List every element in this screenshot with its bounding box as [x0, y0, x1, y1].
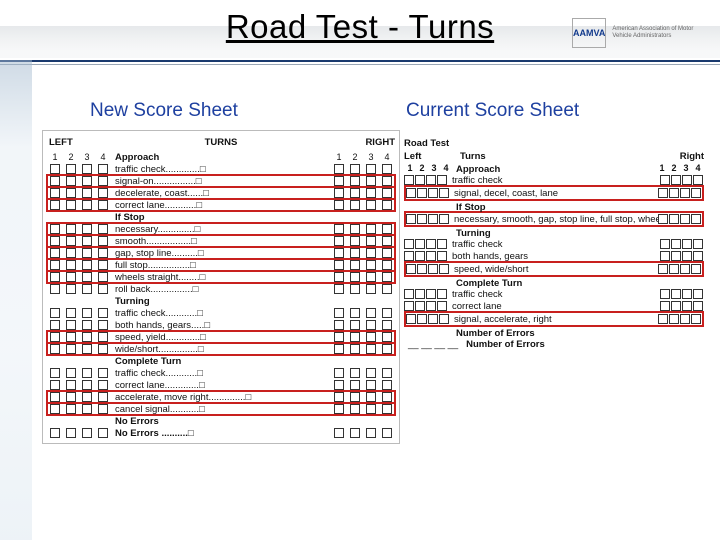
cr-item: both hands, gears: [404, 250, 704, 262]
left-item: traffic check............□: [47, 367, 395, 379]
left-item: cancel signal...........□: [47, 403, 395, 415]
left-item: traffic check.............□: [47, 163, 395, 175]
cr-item: signal, decel, coast, lane: [404, 185, 704, 201]
cr-left: Left: [404, 151, 454, 162]
section-4: No Errors: [111, 416, 331, 427]
col-3: 3: [79, 152, 95, 163]
no-errors-row: No Errors ..........□: [47, 427, 395, 439]
left-item: decelerate, coast......□: [47, 187, 395, 199]
left-item: both hands, gears.....□: [47, 319, 395, 331]
cr-item: traffic check: [404, 174, 704, 186]
logo-text: American Association of Motor Vehicle Ad…: [612, 26, 702, 40]
left-item: traffic check............□: [47, 307, 395, 319]
rule-top: [0, 60, 720, 62]
left-item: correct lane............□: [47, 199, 395, 211]
cr-item: correct lane: [404, 300, 704, 312]
right-label: RIGHT: [329, 137, 395, 151]
section-1: If Stop: [111, 212, 331, 223]
logo-mark: AAMVA: [572, 18, 606, 48]
cr-item: signal, accelerate, right: [404, 311, 704, 327]
section-2: Turning: [111, 296, 331, 307]
cr-section-3: Complete Turn: [452, 278, 656, 289]
left-item: accelerate, move right..............□: [47, 391, 395, 403]
subtitle-current: Current Score Sheet: [406, 100, 579, 122]
cr-section-2: Turning: [452, 228, 656, 239]
left-item: signal-on................□: [47, 175, 395, 187]
road-test-label: Road Test: [404, 138, 704, 149]
cr-item: necessary, smooth, gap, stop line, full …: [404, 211, 704, 227]
cr-item: traffic check: [404, 288, 704, 300]
cr-section-4: Number of Errors: [452, 328, 656, 339]
col-2: 2: [63, 152, 79, 163]
subtitle-new: New Score Sheet: [90, 100, 238, 122]
left-item: gap, stop line..........□: [47, 247, 395, 259]
cr-approach: Approach: [452, 164, 656, 175]
col-4: 4: [95, 152, 111, 163]
left-item: necessary..............□: [47, 223, 395, 235]
current-score-panel: Road Test Left Turns Right 1234 Approach…: [400, 130, 708, 356]
left-item: speed, yield.............□: [47, 331, 395, 343]
cr-item: speed, wide/short: [404, 261, 704, 277]
rule-top-2: [0, 64, 720, 65]
center-label: TURNS: [113, 137, 329, 151]
left-item: correct lane.............□: [47, 379, 395, 391]
left-item: smooth.................□: [47, 235, 395, 247]
new-score-panel: LEFT TURNS RIGHT 1234 Approach 1234 traf…: [42, 130, 400, 444]
cr-item: traffic check: [404, 238, 704, 250]
left-strip: [0, 60, 32, 540]
left-item: roll back................□: [47, 283, 395, 295]
left-label: LEFT: [47, 137, 113, 151]
sect-approach: Approach: [111, 152, 331, 163]
left-item: wheels straight........□: [47, 271, 395, 283]
left-item: wide/short...............□: [47, 343, 395, 355]
aamva-logo: AAMVA American Association of Motor Vehi…: [572, 14, 702, 52]
left-item: full stop................□: [47, 259, 395, 271]
col-1: 1: [47, 152, 63, 163]
cr-turns: Turns: [454, 151, 680, 162]
cr-right: Right: [680, 151, 704, 162]
section-3: Complete Turn: [111, 356, 331, 367]
cr-section-1: If Stop: [452, 202, 656, 213]
cr-errors: __ __ __ __ Number of Errors: [404, 338, 704, 350]
